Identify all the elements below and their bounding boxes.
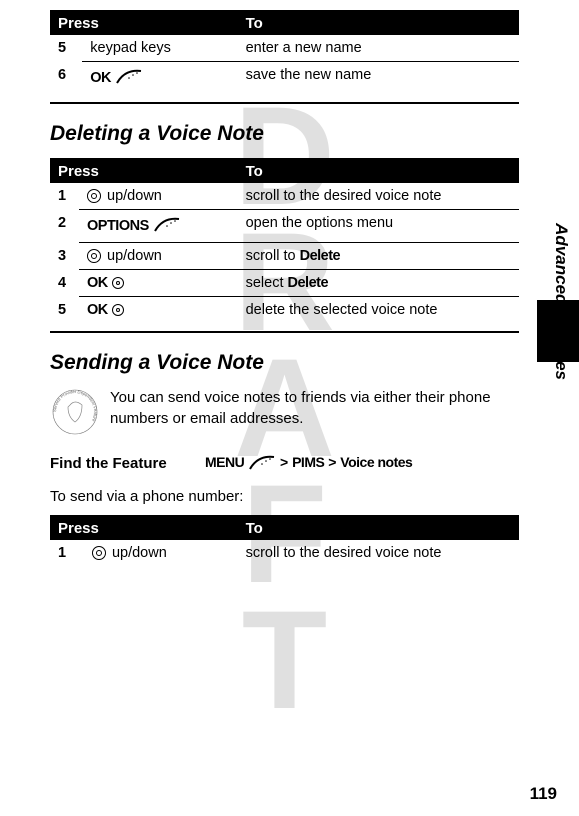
to-cell: delete the selected voice note [238,297,519,324]
table-row: 5 OK delete the selected voice note [50,297,519,324]
to-bold: Delete [288,275,329,291]
heading-sending: Sending a Voice Note [50,351,519,375]
dpad-icon [87,189,101,203]
press-cell: OK [79,297,238,324]
step-number: 5 [50,35,82,62]
intro-paragraph: You can send voice notes to friends via … [110,387,519,429]
press-cell: OK [82,62,237,95]
table-continuation: Press To 5 keypad keys enter a new name … [50,10,519,104]
step-number: 4 [50,270,79,297]
to-cell: open the options menu [238,210,519,243]
press-cell: keypad keys [82,35,237,62]
to-cell: select Delete [238,270,519,297]
send-intro-line: To send via a phone number: [50,488,519,505]
dpad-icon [92,546,106,560]
softkey-icon [248,453,276,474]
step-number: 2 [50,210,79,243]
key-label: OPTIONS [87,218,149,234]
find-feature-path: MENU > PIMS > Voice notes [205,453,412,474]
find-the-feature-row: Find the Feature MENU > PIMS > Voice not… [50,453,519,474]
press-suffix: up/down [103,248,162,264]
to-prefix: scroll to [246,248,300,264]
table-row: 1 up/down scroll to the desired voice no… [50,183,519,210]
press-cell: up/down [79,183,238,210]
col-to: To [238,160,519,183]
step-number: 5 [50,297,79,324]
col-press: Press [50,12,238,35]
to-bold: Delete [300,248,341,264]
table-row: 5 keypad keys enter a new name [50,35,519,62]
dpad-icon [112,304,124,316]
table-row: 3 up/down scroll to Delete [50,243,519,270]
col-to: To [238,517,519,540]
table-deleting: Press To 1 up/down scroll to the desired… [50,158,519,333]
key-label: OK [87,302,108,318]
press-suffix: up/down [103,188,162,204]
key-label: OK [90,70,111,86]
press-cell: up/down [79,243,238,270]
find-feature-label: Find the Feature [50,455,205,472]
service-provider-badge-icon: Service Provider Dependent Feature [50,387,100,437]
press-cell: OPTIONS [79,210,238,243]
press-cell: up/down [84,540,238,566]
col-press: Press [50,517,238,540]
step-number: 3 [50,243,79,270]
intro-paragraph-row: Service Provider Dependent Feature You c… [50,387,519,437]
to-cell: scroll to the desired voice note [238,540,519,566]
step-number: 6 [50,62,82,95]
softkey-icon [153,215,181,237]
step-number: 1 [50,540,84,566]
table-row: 4 OK select Delete [50,270,519,297]
col-press: Press [50,160,238,183]
press-suffix: up/down [108,545,167,561]
menu-key: MENU [205,454,244,470]
to-cell: scroll to Delete [238,243,519,270]
to-cell: scroll to the desired voice note [238,183,519,210]
dpad-icon [87,249,101,263]
svg-text:Service Provider Dependent Fea: Service Provider Dependent Feature [52,389,98,423]
to-cell: enter a new name [238,35,519,62]
table-row: 2 OPTIONS open the options menu [50,210,519,243]
page-number: 119 [530,784,557,804]
key-label: OK [87,275,108,291]
softkey-icon [115,67,143,89]
step-number: 1 [50,183,79,210]
press-cell: OK [79,270,238,297]
heading-deleting: Deleting a Voice Note [50,122,519,146]
col-to: To [238,12,519,35]
path-segment: Voice notes [340,454,412,470]
table-row: 1 up/down scroll to the desired voice no… [50,540,519,566]
path-segment: PIMS [292,454,324,470]
to-prefix: select [246,275,288,291]
table-row: 6 OK save the new name [50,62,519,95]
to-cell: save the new name [238,62,519,95]
table-sending: Press To 1 up/down scroll to the desired… [50,515,519,566]
chevron: > [280,454,288,470]
chevron: > [328,454,336,470]
dpad-icon [112,277,124,289]
